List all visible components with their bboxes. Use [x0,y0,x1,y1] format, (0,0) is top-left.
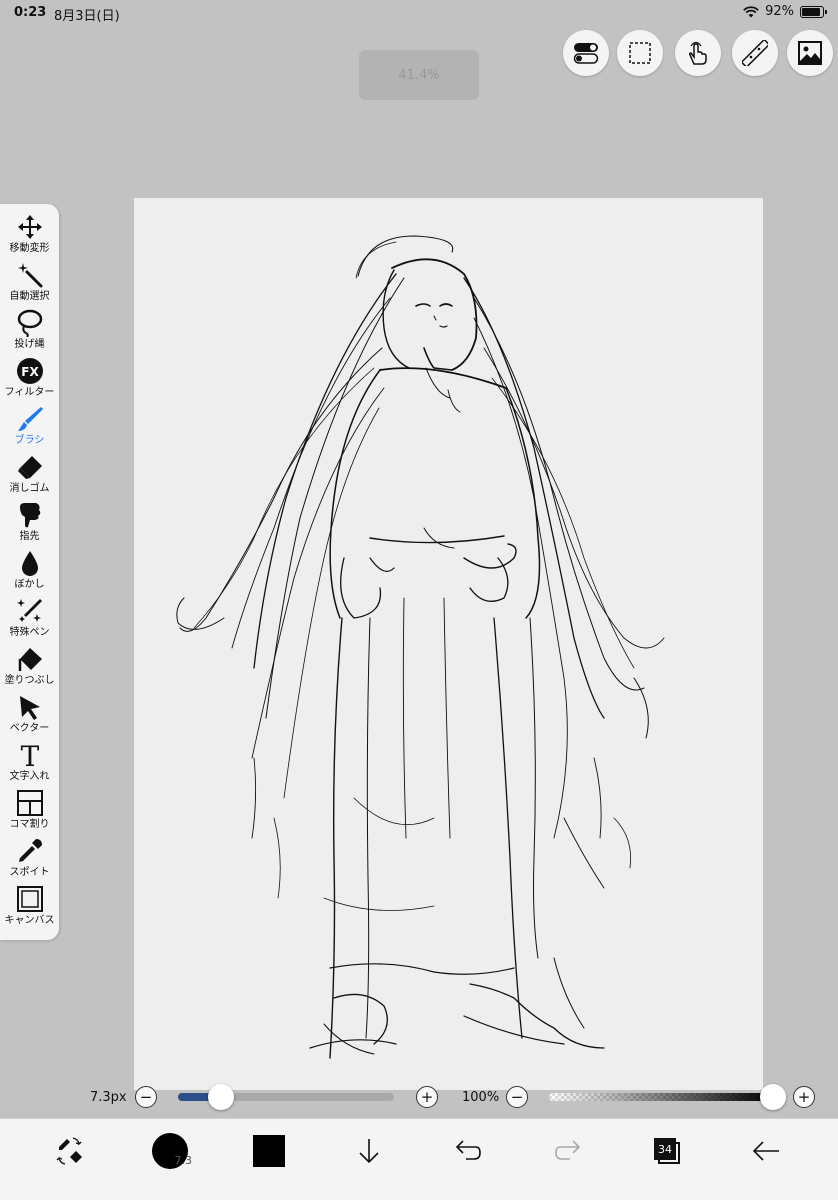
tool-blur[interactable]: ぼかし [0,546,59,594]
quick-toggle-icon [573,43,599,64]
tool-label: キャンバス [4,915,55,926]
save-down-button[interactable] [349,1131,389,1171]
color-button[interactable] [249,1131,289,1171]
lasso-icon [17,309,42,337]
tool-label: 塗りつぶし [4,675,55,686]
opacity-decrease-button[interactable]: − [506,1086,528,1108]
redo-button[interactable] [548,1131,588,1171]
svg-text:T: T [20,741,39,769]
current-color-swatch [253,1135,285,1167]
tool-label: コマ割り [9,819,50,830]
tool-label: 消しゴム [9,483,50,494]
battery-fill [802,7,821,16]
tool-label: ブラシ [14,435,45,446]
ruler-button[interactable] [732,30,778,76]
wifi-icon [743,5,759,17]
tool-sidebar: 移動変形 自動選択 投げ縄 FX フィルター ブラシ 消しゴム 指先 ぼかし 特… [0,204,59,940]
tool-label: スポイト [9,867,50,878]
swap-tool-button[interactable] [50,1131,90,1171]
undo-button[interactable] [448,1131,488,1171]
tool-filter[interactable]: FX フィルター [0,354,59,402]
frame-icon [16,790,43,816]
arrow-down-icon [359,1139,379,1164]
drawing-canvas[interactable] [134,198,763,1090]
selection-icon [629,42,651,64]
brush-icon [17,407,43,431]
move-icon [17,215,42,239]
tool-label: 移動変形 [9,243,50,254]
brush-size-label: 7.3px [90,1090,127,1105]
layers-button[interactable]: 34 [647,1131,687,1171]
zoom-indicator: 41.4% [359,50,479,100]
vector-icon [19,696,40,720]
tool-canvas[interactable]: キャンバス [0,882,59,930]
tool-label: 特殊ペン [9,627,50,638]
tool-fill[interactable]: 塗りつぶし [0,642,59,690]
arrow-left-icon [752,1141,779,1161]
tool-special-pen[interactable]: 特殊ペン [0,594,59,642]
brush-size-value: 7.3 [174,1154,193,1167]
tool-text[interactable]: T 文字入れ [0,738,59,786]
magic-wand-icon [17,263,42,288]
status-bar: 0:23 8月3日(日) 92% [0,0,838,26]
tool-label: 指先 [19,531,40,542]
redo-icon [555,1140,581,1160]
layer-count: 34 [654,1138,676,1160]
ruler-icon [742,40,768,66]
tool-frame[interactable]: コマ割り [0,786,59,834]
back-button[interactable] [746,1131,786,1171]
tool-finger[interactable]: 指先 [0,498,59,546]
tool-label: 文字入れ [9,771,50,782]
tool-eraser[interactable]: 消しゴム [0,450,59,498]
finger-icon [19,503,40,528]
tool-eyedropper[interactable]: スポイト [0,834,59,882]
tool-lasso[interactable]: 投げ縄 [0,306,59,354]
quick-toggle-button[interactable] [563,30,609,76]
battery-percent: 92% [765,4,794,19]
brush-size-button[interactable]: 7.3 [150,1131,192,1171]
tool-move[interactable]: 移動変形 [0,210,59,258]
layers-icon: 34 [654,1138,680,1164]
eraser-icon [17,456,42,479]
special-pen-icon [16,599,42,622]
fill-icon [18,648,42,671]
size-decrease-button[interactable]: − [135,1086,157,1108]
fx-icon: FX [16,358,43,384]
tool-vector[interactable]: ベクター [0,690,59,738]
opacity-label: 100% [462,1090,500,1105]
opacity-knob[interactable] [760,1084,786,1110]
bottom-toolbar: 7.3 34 [0,1118,838,1200]
swap-pen-eraser-icon [56,1137,82,1165]
text-icon: T [20,741,39,769]
brush-size-knob[interactable] [208,1084,235,1110]
gallery-icon [798,41,822,65]
status-right: 92% [743,4,827,19]
tool-label: 投げ縄 [14,339,45,350]
battery-icon [800,5,827,18]
blur-icon [21,551,38,576]
opacity-slider[interactable] [549,1093,773,1101]
status-time: 0:23 [14,5,47,20]
status-date: 8月3日(日) [54,9,120,24]
tool-label: ぼかし [14,579,45,590]
undo-icon [455,1140,481,1160]
tool-brush[interactable]: ブラシ [0,402,59,450]
tool-label: ベクター [9,723,50,734]
opacity-increase-button[interactable]: + [793,1086,815,1108]
tool-label: フィルター [4,387,55,398]
sketch-drawing [176,235,665,1059]
svg-text:FX: FX [21,365,39,379]
gallery-button[interactable] [787,30,833,76]
tool-label: 自動選択 [9,291,50,302]
eyedropper-icon [18,839,42,862]
gesture-button[interactable] [675,30,721,76]
tool-magic-wand[interactable]: 自動選択 [0,258,59,306]
gesture-icon [688,41,707,65]
size-increase-button[interactable]: + [416,1086,438,1108]
brush-preview: 7.3 [152,1133,192,1169]
canvas-icon [16,886,43,912]
selection-button[interactable] [617,30,663,76]
